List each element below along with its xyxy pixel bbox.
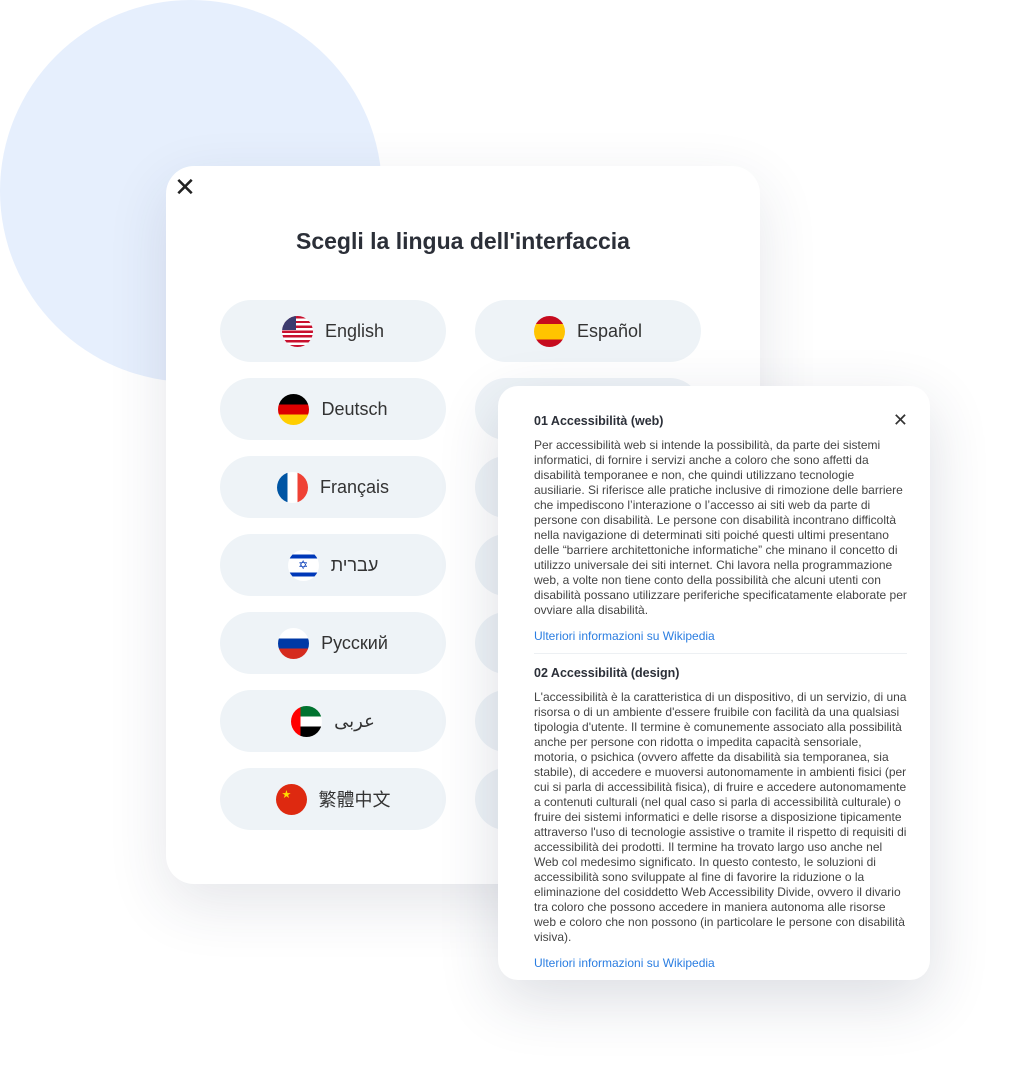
wikipedia-link[interactable]: Ulteriori informazioni su Wikipedia: [534, 629, 907, 643]
wikipedia-link[interactable]: Ulteriori informazioni su Wikipedia: [534, 956, 907, 970]
language-label: 繁體中文: [318, 790, 391, 810]
language-option[interactable]: English: [220, 300, 446, 362]
accessibility-info-popup: ✕ 01 Accessibilità (web) Per accessibili…: [498, 386, 930, 980]
language-label: Español: [576, 320, 643, 341]
flag-es-icon: [533, 315, 565, 347]
flag-cn-icon: ★: [275, 783, 307, 815]
section-body: Per accessibilità web si intende la poss…: [534, 438, 907, 617]
language-option[interactable]: Español: [475, 300, 701, 362]
language-option[interactable]: عربى: [220, 690, 446, 752]
language-label: Français: [319, 476, 390, 497]
language-label: עברית: [330, 554, 379, 575]
language-label: Deutsch: [321, 398, 388, 419]
language-option[interactable]: ✡ עברית: [220, 534, 446, 596]
language-option[interactable]: ★ 繁體中文: [220, 768, 446, 830]
popup-close-icon[interactable]: ✕: [893, 411, 908, 429]
flag-de-icon: [278, 393, 310, 425]
divider: [534, 653, 907, 654]
section-title: 01 Accessibilità (web): [534, 414, 664, 428]
flag-fr-icon: [276, 471, 308, 503]
language-label: English: [324, 320, 385, 341]
section-title: 02 Accessibilità (design): [534, 666, 680, 680]
language-option[interactable]: Deutsch: [220, 378, 446, 440]
dialog-title: Scegli la lingua dell'interfaccia: [296, 228, 630, 254]
language-option[interactable]: Русский: [220, 612, 446, 674]
language-label: عربى: [334, 710, 375, 731]
flag-il-icon: ✡: [287, 549, 319, 581]
language-option[interactable]: Français: [220, 456, 446, 518]
language-label: Русский: [321, 632, 388, 653]
close-icon[interactable]: ✕: [174, 174, 196, 200]
flag-us-icon: [281, 315, 313, 347]
flag-ae-icon: [291, 705, 323, 737]
flag-ru-icon: [278, 627, 310, 659]
section-body: L'accessibilità è la caratteristica di u…: [534, 690, 907, 944]
